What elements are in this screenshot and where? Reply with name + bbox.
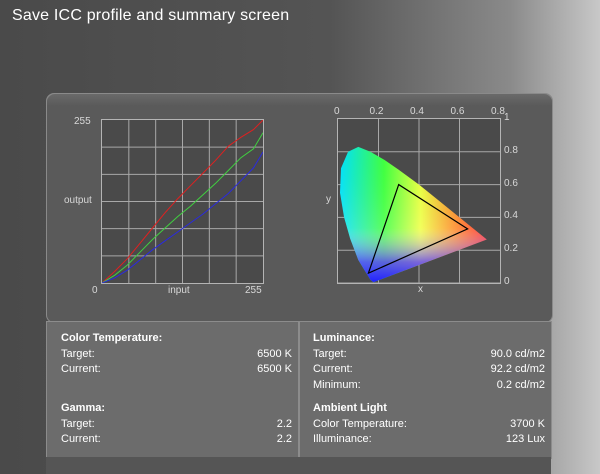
cie-y-tick: 0.6 [504,177,518,189]
cie-y-tick: 0 [504,276,510,287]
cie-x-tick: 0.6 [450,106,465,117]
ambient-light-heading: Ambient Light [313,402,387,414]
cie-x-tick: 0.4 [410,106,424,117]
page-title: Save ICC profile and summary screen [12,7,290,24]
ambient-ct-label: Color Temperature: [313,418,407,430]
ct-target-label: Target: [61,348,95,360]
cie-svg [338,119,500,284]
gamma-target-label: Target: [61,418,95,430]
cie-x-label: x [418,284,423,295]
right-info-panel: Luminance: Target: 90.0 cd/m2 Current: 9… [299,321,552,459]
cie-y-tick: 0.2 [504,243,518,255]
luminance-heading: Luminance: [313,332,375,344]
cie-y-label: y [326,194,331,205]
gamma-target-value: 2.2 [276,418,292,430]
lum-target-value: 90.0 cd/m2 [490,348,545,360]
gamma-current-label: Current: [61,433,101,445]
ct-target-value: 6500 K [257,348,292,360]
ct-current-label: Current: [61,363,101,375]
y-max-label: 255 [74,116,91,127]
cie-chromaticity-plot [337,118,501,284]
color-temperature-heading: Color Temperature: [61,332,163,344]
x-max-label: 255 [245,285,262,296]
illuminance-label: Illuminance: [313,433,372,445]
cie-y-tick: 0.8 [504,144,518,156]
cie-x-tick: 0.2 [369,106,384,117]
left-info-panel: Color Temperature: Target: 6500 K Curren… [46,321,299,459]
lum-target-label: Target: [313,348,347,360]
lum-current-label: Current: [313,363,353,375]
lum-minimum-label: Minimum: [313,379,361,391]
cie-x-tick: 0 [334,106,340,117]
gamma-heading: Gamma: [61,402,106,414]
panel-header [47,94,552,106]
gamma-current-value: 2.2 [276,433,292,445]
x-min-label: 0 [92,285,98,296]
ambient-ct-value: 3700 K [510,418,545,430]
cie-x-tick: 0.8 [491,106,505,117]
cie-y-tick: 1 [504,112,510,123]
x-axis-label: input [168,285,190,296]
ct-current-value: 6500 K [257,363,292,375]
lum-current-value: 92.2 cd/m2 [490,363,545,375]
tone-curve-svg [101,119,264,284]
cie-y-tick: 0.4 [504,210,518,222]
lum-minimum-value: 0.2 cd/m2 [496,379,545,391]
bottom-band [46,457,551,474]
tone-curve-plot [101,119,264,284]
spectral-locus-shade [340,146,487,283]
y-axis-label: output [64,195,92,206]
illuminance-value: 123 Lux [505,433,545,445]
